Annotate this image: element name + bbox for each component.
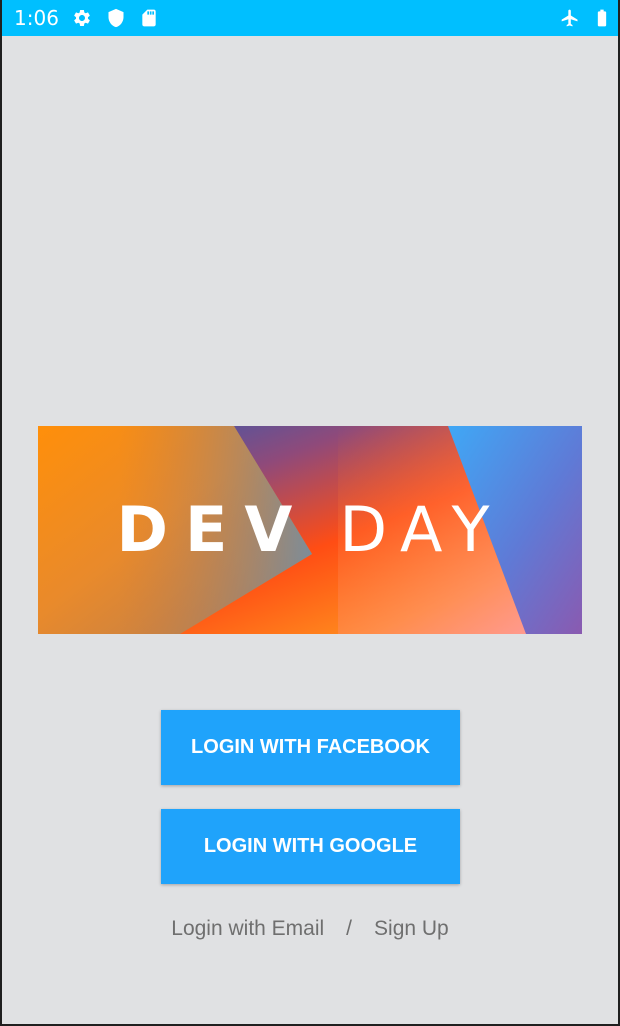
- secondary-auth-links: Login with Email / Sign Up: [2, 915, 618, 943]
- airplane-mode-icon: [561, 9, 578, 27]
- status-time: 1:06: [14, 6, 59, 30]
- banner-word-dev: DEV: [116, 493, 310, 566]
- banner-title: DEV DAY: [38, 426, 582, 634]
- login-with-google-button[interactable]: LOGIN WITH GOOGLE: [161, 809, 460, 884]
- links-separator: /: [346, 917, 353, 940]
- sign-up-link[interactable]: Sign Up: [374, 917, 449, 940]
- battery-icon: [597, 9, 607, 27]
- dev-day-banner: DEV DAY: [38, 426, 582, 634]
- banner-word-day: DAY: [339, 493, 504, 566]
- login-with-facebook-button[interactable]: LOGIN WITH FACEBOOK: [161, 710, 460, 785]
- login-with-email-link[interactable]: Login with Email: [171, 917, 324, 940]
- status-bar: 1:06: [2, 0, 618, 36]
- gear-icon: [74, 9, 90, 26]
- sd-card-icon: [142, 9, 156, 27]
- app-screen: 1:06 DEV DAY LOGIN WITH FACEBOOK LOGIN W…: [2, 0, 618, 1024]
- shield-icon: [108, 8, 124, 28]
